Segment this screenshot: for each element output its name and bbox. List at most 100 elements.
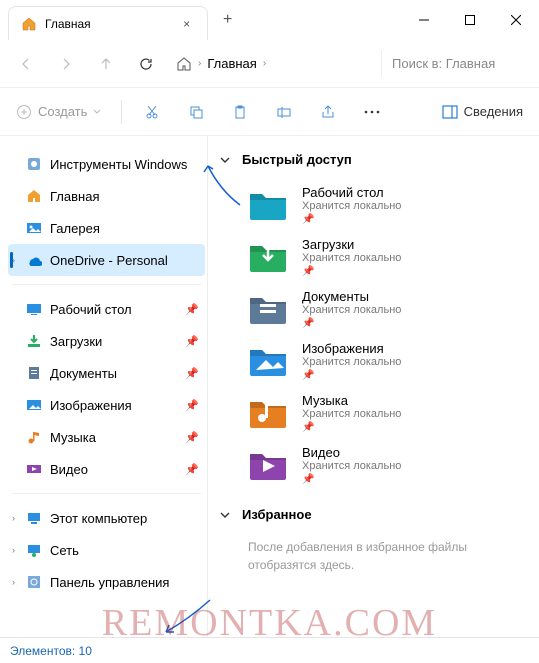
item-count: Элементов: 10 bbox=[10, 644, 92, 658]
toolbar: Создать Сведения bbox=[0, 88, 539, 136]
copy-button[interactable] bbox=[178, 94, 214, 130]
sidebar-item[interactable]: Документы📌 bbox=[8, 357, 205, 389]
back-button[interactable] bbox=[8, 46, 44, 82]
navigation-bar: › Главная › Поиск в: Главная bbox=[0, 40, 539, 88]
item-location: Хранится локально bbox=[302, 252, 401, 264]
pin-icon: 📌 bbox=[185, 335, 199, 348]
window-controls bbox=[401, 0, 539, 40]
folder-icon bbox=[248, 448, 288, 482]
folder-icon bbox=[248, 240, 288, 274]
active-tab[interactable]: Главная × bbox=[8, 6, 208, 40]
sidebar-item[interactable]: Изображения📌 bbox=[8, 389, 205, 421]
separator bbox=[121, 100, 122, 124]
details-button[interactable]: Сведения bbox=[434, 100, 531, 124]
quick-access-item[interactable]: ДокументыХранится локально📌 bbox=[248, 287, 527, 331]
chevron-right-icon: › bbox=[12, 255, 15, 265]
chevron-right-icon[interactable]: › bbox=[263, 58, 266, 69]
item-location: Хранится локально bbox=[302, 408, 401, 420]
favorites-title: Избранное bbox=[242, 507, 312, 522]
create-button[interactable]: Создать bbox=[8, 100, 109, 124]
chevron-right-icon: › bbox=[12, 545, 15, 555]
search-input[interactable]: Поиск в: Главная bbox=[381, 50, 531, 77]
create-label: Создать bbox=[38, 104, 87, 119]
sidebar-item[interactable]: Видео 📌 bbox=[8, 453, 205, 485]
sidebar-item-label: Видео bbox=[50, 462, 88, 477]
refresh-button[interactable] bbox=[128, 46, 164, 82]
pin-icon: 📌 bbox=[185, 431, 199, 444]
pin-icon: 📌 bbox=[302, 214, 401, 225]
music-icon bbox=[26, 429, 42, 445]
close-tab-button[interactable]: × bbox=[179, 16, 195, 32]
main-panel: Быстрый доступ Рабочий столХранится лока… bbox=[208, 136, 539, 637]
close-window-button[interactable] bbox=[493, 0, 539, 40]
maximize-button[interactable] bbox=[447, 0, 493, 40]
more-button[interactable] bbox=[354, 94, 390, 130]
sidebar-item[interactable]: Галерея bbox=[8, 212, 205, 244]
body: Инструменты Windows Главная Галерея ›OneDri… bbox=[0, 136, 539, 637]
item-name: Музыка bbox=[302, 393, 401, 408]
item-name: Видео bbox=[302, 445, 401, 460]
quick-access-title: Быстрый доступ bbox=[242, 152, 352, 167]
status-bar: Элементов: 10 bbox=[0, 637, 539, 663]
item-name: Рабочий стол bbox=[302, 185, 401, 200]
sidebar-item-label: Галерея bbox=[50, 221, 100, 236]
pin-icon: 📌 bbox=[185, 303, 199, 316]
pin-icon: 📌 bbox=[302, 318, 401, 329]
paste-button[interactable] bbox=[222, 94, 258, 130]
sidebar-item-label: Сеть bbox=[50, 543, 79, 558]
chevron-right-icon: › bbox=[12, 513, 15, 523]
forward-button[interactable] bbox=[48, 46, 84, 82]
sidebar-item[interactable]: ›Панель управления bbox=[8, 566, 205, 598]
up-button[interactable] bbox=[88, 46, 124, 82]
pin-icon: 📌 bbox=[302, 266, 401, 277]
sidebar-item-label: Загрузки bbox=[50, 334, 102, 349]
folder-icon bbox=[248, 292, 288, 326]
quick-access-item[interactable]: ВидеоХранится локально📌 bbox=[248, 443, 527, 487]
sidebar-item[interactable]: Музыка 📌 bbox=[8, 421, 205, 453]
titlebar: Главная × + bbox=[0, 0, 539, 40]
minimize-button[interactable] bbox=[401, 0, 447, 40]
sidebar-item-label: Музыка bbox=[50, 430, 96, 445]
folder-icon bbox=[248, 188, 288, 222]
sidebar-item[interactable]: Инструменты Windows bbox=[8, 148, 205, 180]
sidebar-item[interactable]: Главная bbox=[8, 180, 205, 212]
desktop-icon bbox=[26, 301, 42, 317]
divider bbox=[12, 284, 201, 285]
documents-icon bbox=[26, 365, 42, 381]
breadcrumb[interactable]: › Главная › bbox=[176, 56, 266, 72]
home-icon bbox=[21, 16, 37, 32]
chevron-right-icon: › bbox=[198, 58, 201, 69]
divider bbox=[12, 493, 201, 494]
cut-button[interactable] bbox=[134, 94, 170, 130]
sidebar-item[interactable]: › Сеть bbox=[8, 534, 205, 566]
share-button[interactable] bbox=[310, 94, 346, 130]
breadcrumb-label[interactable]: Главная bbox=[207, 56, 256, 71]
gallery-icon bbox=[26, 220, 42, 236]
quick-access-item[interactable]: ИзображенияХранится локально📌 bbox=[248, 339, 527, 383]
sidebar-item-label: Главная bbox=[50, 189, 99, 204]
rename-button[interactable] bbox=[266, 94, 302, 130]
chevron-down-icon bbox=[220, 155, 230, 165]
quick-access-item[interactable]: ЗагрузкиХранится локально 📌 bbox=[248, 235, 527, 279]
chevron-down-icon bbox=[93, 108, 101, 116]
quick-access-item[interactable]: Рабочий столХранится локально📌 bbox=[248, 183, 527, 227]
quick-access-item[interactable]: МузыкаХранится локально📌 bbox=[248, 391, 527, 435]
quick-access-header[interactable]: Быстрый доступ bbox=[220, 152, 527, 167]
sidebar-item-label: Документы bbox=[50, 366, 117, 381]
folder-icon bbox=[248, 344, 288, 378]
details-pane-icon bbox=[442, 104, 458, 120]
sidebar-item[interactable]: Загрузки 📌 bbox=[8, 325, 205, 357]
sidebar-item-label: Инструменты Windows bbox=[50, 157, 187, 172]
favorites-header[interactable]: Избранное bbox=[220, 507, 527, 522]
home-icon bbox=[176, 56, 192, 72]
pin-icon: 📌 bbox=[185, 463, 199, 476]
sidebar-item[interactable]: Рабочий стол📌 bbox=[8, 293, 205, 325]
folder-icon bbox=[248, 396, 288, 430]
item-name: Документы bbox=[302, 289, 401, 304]
item-name: Загрузки bbox=[302, 237, 401, 252]
tab-title: Главная bbox=[45, 17, 91, 31]
sidebar-item[interactable]: ›OneDrive - Personal bbox=[8, 244, 205, 276]
sidebar-item[interactable]: ›Этот компьютер bbox=[8, 502, 205, 534]
details-label: Сведения bbox=[464, 104, 523, 119]
new-tab-button[interactable]: + bbox=[212, 4, 244, 36]
